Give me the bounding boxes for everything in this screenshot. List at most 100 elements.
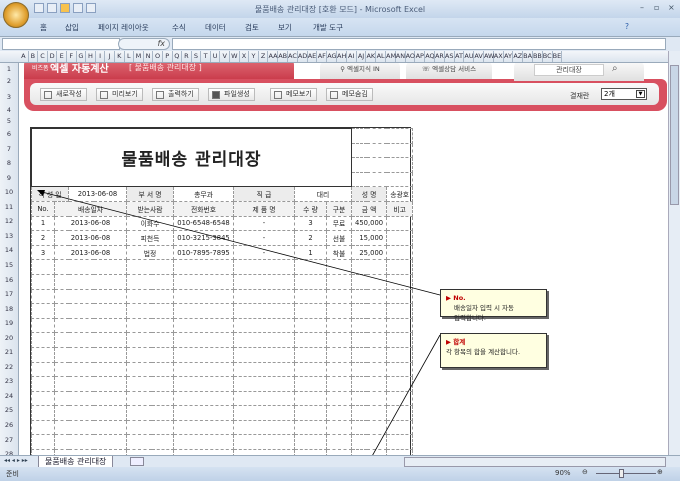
row-header[interactable]: 18 xyxy=(0,305,18,313)
insert-sheet-icon[interactable] xyxy=(130,457,144,466)
column-header[interactable]: AW xyxy=(484,51,495,62)
comment-total[interactable]: ▶ 합계 각 항목의 합을 계산합니다. xyxy=(440,333,547,368)
column-header[interactable]: AQ xyxy=(425,51,435,62)
column-header[interactable]: D xyxy=(48,51,58,62)
row-header[interactable]: 10 xyxy=(0,188,18,196)
row-header[interactable]: 26 xyxy=(0,421,18,429)
column-header[interactable]: T xyxy=(201,51,211,62)
row-header[interactable]: 20 xyxy=(0,334,18,342)
quick-access-icon[interactable] xyxy=(60,3,70,13)
column-header[interactable]: A xyxy=(19,51,29,62)
column-header[interactable]: AL xyxy=(376,51,386,62)
scroll-thumb[interactable] xyxy=(670,65,679,205)
row-header[interactable]: 23 xyxy=(0,377,18,385)
column-header[interactable]: Z xyxy=(259,51,269,62)
row-header[interactable]: 8 xyxy=(0,159,18,167)
row-header[interactable]: 16 xyxy=(0,276,18,284)
row-header[interactable]: 11 xyxy=(0,203,18,211)
tab-data[interactable]: 데이터 xyxy=(205,22,226,33)
column-header[interactable]: AU xyxy=(464,51,475,62)
column-header[interactable]: C xyxy=(38,51,48,62)
close-button[interactable]: × xyxy=(668,3,675,12)
column-header[interactable]: AY xyxy=(504,51,514,62)
zoom-slider[interactable] xyxy=(596,473,656,474)
row-header[interactable]: 5 xyxy=(0,117,18,125)
column-header[interactable]: AX xyxy=(494,51,504,62)
zoom-slider-thumb[interactable] xyxy=(619,469,624,478)
tab-page-layout[interactable]: 페이지 레이아웃 xyxy=(98,22,149,33)
column-header[interactable]: X xyxy=(240,51,250,62)
function-button[interactable]: fx xyxy=(118,38,170,50)
tab-insert[interactable]: 삽입 xyxy=(65,22,79,33)
column-header[interactable]: AK xyxy=(366,51,377,62)
column-header[interactable]: K xyxy=(115,51,125,62)
tab-review[interactable]: 검토 xyxy=(245,22,259,33)
column-header[interactable]: J xyxy=(105,51,115,62)
column-header[interactable]: AG xyxy=(327,51,338,62)
column-header[interactable]: AA xyxy=(268,51,279,62)
column-header[interactable]: AN xyxy=(396,51,406,62)
maximize-button[interactable]: ▫ xyxy=(654,3,659,12)
office-button[interactable] xyxy=(3,2,29,28)
column-header[interactable]: O xyxy=(153,51,163,62)
column-header[interactable]: M xyxy=(134,51,144,62)
column-header[interactable]: AR xyxy=(435,51,445,62)
row-header[interactable]: 14 xyxy=(0,246,18,254)
column-header[interactable]: E xyxy=(57,51,67,62)
row-header[interactable]: 25 xyxy=(0,406,18,414)
column-header[interactable]: AO xyxy=(406,51,416,62)
print-preview-icon[interactable] xyxy=(47,3,57,13)
column-header[interactable]: AH xyxy=(337,51,347,62)
column-header[interactable]: AZ xyxy=(513,51,524,62)
column-header[interactable]: Y xyxy=(249,51,259,62)
worksheet-grid[interactable]: 새로작성 미리보기 출력하기 파일생성 메모보기 메모숨김 결재란 2개 ▼ 비즈… xyxy=(19,63,668,455)
column-header[interactable]: AJ xyxy=(357,51,367,62)
row-header[interactable]: 22 xyxy=(0,363,18,371)
vertical-scrollbar[interactable] xyxy=(668,51,680,455)
row-header[interactable]: 27 xyxy=(0,436,18,444)
zoom-level[interactable]: 90% xyxy=(555,469,571,477)
column-header[interactable]: AP xyxy=(415,51,426,62)
column-header[interactable]: AB xyxy=(278,51,289,62)
column-header[interactable]: U xyxy=(211,51,221,62)
column-header[interactable]: AT xyxy=(455,51,465,62)
save-icon[interactable] xyxy=(34,3,44,13)
zoom-out-icon[interactable]: ⊖ xyxy=(582,468,588,476)
row-header[interactable]: 6 xyxy=(0,130,18,138)
row-header[interactable]: 15 xyxy=(0,261,18,269)
undo-icon[interactable] xyxy=(73,3,83,13)
column-header[interactable]: AF xyxy=(317,51,328,62)
help-icon[interactable]: ? xyxy=(625,22,629,31)
row-header[interactable]: 24 xyxy=(0,392,18,400)
tab-view[interactable]: 보기 xyxy=(278,22,292,33)
row-header[interactable]: 7 xyxy=(0,145,18,153)
column-header[interactable]: L xyxy=(125,51,135,62)
row-header[interactable]: 9 xyxy=(0,174,18,182)
column-header[interactable]: AS xyxy=(445,51,455,62)
row-header[interactable]: 1 xyxy=(0,65,18,73)
column-header[interactable]: BC xyxy=(543,51,553,62)
row-header[interactable]: 3 xyxy=(0,93,18,101)
column-header[interactable]: W xyxy=(230,51,240,62)
row-header[interactable]: 19 xyxy=(0,319,18,327)
minimize-button[interactable]: – xyxy=(640,3,644,12)
column-header[interactable]: H xyxy=(86,51,96,62)
column-header[interactable]: S xyxy=(192,51,202,62)
column-header[interactable]: AM xyxy=(386,51,396,62)
row-header[interactable]: 12 xyxy=(0,217,18,225)
row-header[interactable]: 4 xyxy=(0,106,18,114)
zoom-in-icon[interactable]: ⊕ xyxy=(657,468,663,476)
tab-formulas[interactable]: 수식 xyxy=(172,22,186,33)
row-header[interactable]: 2 xyxy=(0,77,18,85)
column-header[interactable]: B xyxy=(29,51,39,62)
column-header[interactable]: BA xyxy=(523,51,533,62)
row-header[interactable]: 17 xyxy=(0,290,18,298)
redo-icon[interactable] xyxy=(86,3,96,13)
column-header[interactable]: AV xyxy=(474,51,484,62)
column-header[interactable]: P xyxy=(163,51,173,62)
tab-home[interactable]: 홈 xyxy=(40,22,47,33)
sheet-nav-arrows[interactable]: ◂◂ ◂ ▸ ▸▸ xyxy=(4,457,28,464)
column-header[interactable]: R xyxy=(182,51,192,62)
row-header[interactable]: 21 xyxy=(0,348,18,356)
column-header[interactable]: I xyxy=(96,51,106,62)
